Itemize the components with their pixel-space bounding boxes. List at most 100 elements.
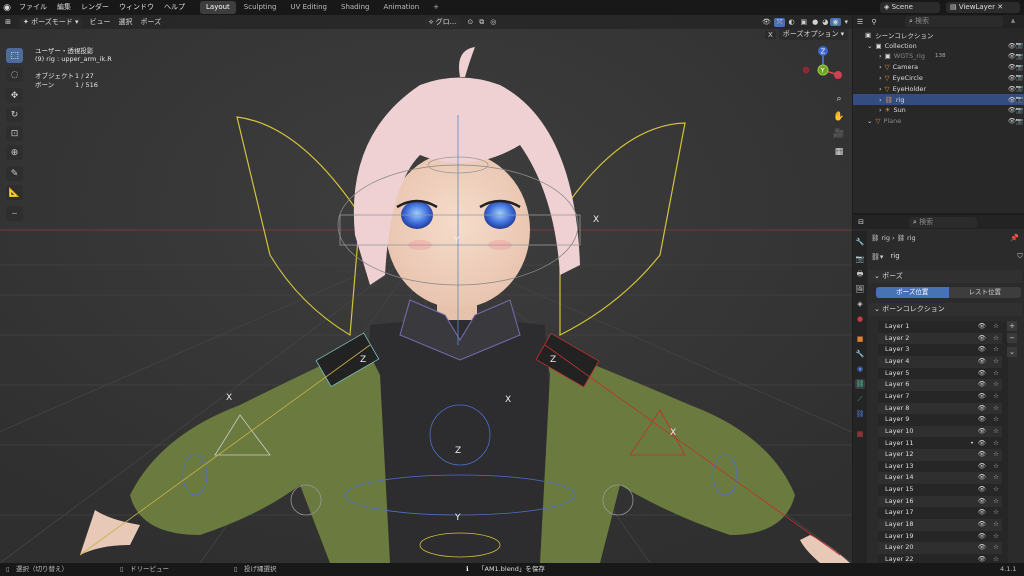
move-tool[interactable]: ✥: [6, 88, 23, 103]
visibility-eye-icon[interactable]: 👁: [978, 438, 986, 450]
solo-star-icon[interactable]: ☆: [993, 356, 999, 368]
bone-collections-header[interactable]: ⌄ ボーンコレクション: [869, 303, 1022, 316]
editor-type-icon[interactable]: ⊞: [0, 18, 16, 26]
render-camera-icon[interactable]: 📷: [1016, 74, 1023, 81]
3d-viewport[interactable]: X Y X Z Y Z Z X X ⊞ ✦ ポーズモード ▾ ビュー 選択 ポーズ ⟡ グロ..…: [0, 15, 852, 563]
remove-collection-button[interactable]: −: [1007, 333, 1017, 343]
bone-constraint-tab-icon[interactable]: ⛓: [855, 409, 865, 419]
visibility-eye-icon[interactable]: 👁: [978, 414, 986, 426]
bone-collection-row[interactable]: Layer 13 👁 ☆: [878, 461, 1002, 473]
visibility-eye-icon[interactable]: 👁: [978, 484, 986, 496]
gizmo-x-axis[interactable]: [834, 71, 842, 79]
render-camera-icon[interactable]: 📷: [1016, 118, 1023, 125]
workspace-tab[interactable]: Sculpting: [238, 1, 283, 14]
visibility-eye-icon[interactable]: 👁: [978, 403, 986, 415]
blender-logo-icon[interactable]: ◉: [0, 3, 14, 13]
solo-star-icon[interactable]: ☆: [993, 333, 999, 345]
output-tab-icon[interactable]: 🖶: [855, 269, 865, 279]
outliner-item-rig[interactable]: › ⛓ rig 👁 📷: [853, 94, 1024, 105]
bone-collection-row[interactable]: Layer 14 👁 ☆: [878, 472, 1002, 485]
bone-collection-row[interactable]: Layer 10 👁 ☆: [878, 425, 1002, 438]
outliner-scene-collection[interactable]: ▣ シーンコレクション: [853, 29, 1024, 40]
solo-star-icon[interactable]: ☆: [993, 519, 999, 531]
visibility-eye-icon[interactable]: 👁: [978, 391, 986, 403]
armature-data-icon[interactable]: ⛓▾: [871, 253, 883, 261]
solo-star-icon[interactable]: ☆: [993, 368, 999, 380]
bone-collection-row[interactable]: Layer 9 👁 ☆: [878, 414, 1002, 426]
world-tab-icon[interactable]: ●: [855, 314, 865, 324]
add-workspace-button[interactable]: +: [427, 1, 445, 14]
outliner-item-plane[interactable]: ⌄ ▽ Plane 👁 📷: [853, 116, 1024, 127]
shading-rendered-icon[interactable]: ◉: [830, 18, 841, 26]
pose-position-button[interactable]: ポーズ位置: [876, 287, 949, 298]
fake-user-icon[interactable]: ⛉: [1017, 252, 1022, 261]
menu-item[interactable]: ウィンドウ: [114, 0, 159, 15]
close-icon[interactable]: ✕: [997, 3, 1003, 11]
solo-star-icon[interactable]: ☆: [993, 379, 999, 391]
bone-collection-row[interactable]: Layer 15 👁 ☆: [878, 484, 1002, 496]
xray-icon[interactable]: ▣: [798, 18, 811, 26]
bone-collection-row[interactable]: Layer 2 👁 ☆: [878, 332, 1002, 345]
visibility-eye-icon[interactable]: 👁: [978, 449, 986, 461]
render-camera-icon[interactable]: 📷: [1016, 85, 1023, 92]
solo-star-icon[interactable]: ☆: [993, 531, 999, 543]
bone-collection-row[interactable]: Layer 16 👁 ☆: [878, 495, 1002, 508]
bone-collection-row[interactable]: Layer 18 👁 ☆: [878, 519, 1002, 531]
visibility-eye-icon[interactable]: 👁: [978, 321, 986, 333]
texture-tab-icon[interactable]: ▦: [855, 429, 865, 439]
camera-view-icon[interactable]: 🎥: [832, 127, 846, 141]
datablock-name-input[interactable]: rig: [886, 251, 1015, 262]
gizmo-neg-x-axis[interactable]: [802, 66, 810, 74]
object-tab-icon[interactable]: ■: [855, 334, 865, 344]
bone-collection-row[interactable]: Layer 19 👁 ☆: [878, 531, 1002, 543]
viewport-menu-item[interactable]: ポーズ: [137, 17, 166, 27]
select-box-tool[interactable]: ⬚: [6, 48, 23, 63]
solo-star-icon[interactable]: ☆: [993, 484, 999, 496]
solo-star-icon[interactable]: ☆: [993, 496, 999, 508]
solo-star-icon[interactable]: ☆: [993, 391, 999, 403]
solo-star-icon[interactable]: ☆: [993, 344, 999, 356]
bone-collection-row[interactable]: Layer 6 👁 ☆: [878, 379, 1002, 391]
pin-icon[interactable]: 📌: [1010, 234, 1019, 242]
rest-position-button[interactable]: レスト位置: [948, 287, 1021, 298]
workspace-tab[interactable]: UV Editing: [284, 1, 333, 14]
view-layer-tab-icon[interactable]: 🖼: [855, 284, 865, 294]
navigation-gizmo[interactable]: Z Y: [798, 45, 848, 95]
visibility-eye-icon[interactable]: 👁: [978, 461, 986, 473]
visibility-eye-icon[interactable]: 👁: [978, 356, 986, 368]
outliner-item-collection[interactable]: ⌄ ▣ Collection 👁 📷: [853, 40, 1024, 51]
relax-pose-tool[interactable]: ⌣: [6, 206, 23, 221]
solo-star-icon[interactable]: ☆: [993, 321, 999, 333]
annotate-tool[interactable]: ✎: [6, 166, 23, 181]
outliner-editor-icon[interactable]: ☰: [853, 18, 867, 26]
outliner-item-sun[interactable]: › ☀ Sun 👁 📷: [853, 105, 1024, 116]
bone-collections-list[interactable]: Layer 1 👁 ☆ Layer 2 👁 ☆ Layer 3 👁 ☆ Layer 4 👁 ☆ Laye…: [878, 321, 1008, 565]
x-mirror-toggle[interactable]: X: [765, 30, 776, 39]
overlay-toggle-icon[interactable]: ◐: [785, 18, 797, 26]
expand-chevron-icon[interactable]: ⌄: [867, 117, 872, 125]
visibility-eye-icon[interactable]: 👁: [978, 344, 986, 356]
solo-star-icon[interactable]: ☆: [993, 403, 999, 415]
shading-options-icon[interactable]: ▾: [841, 18, 853, 26]
menu-item[interactable]: ファイル: [14, 0, 52, 15]
visibility-eye-icon[interactable]: 👁: [978, 333, 986, 345]
bone-collection-row[interactable]: Layer 20 👁 ☆: [878, 542, 1002, 554]
mode-selector[interactable]: ✦ ポーズモード ▾: [19, 16, 83, 28]
measure-tool[interactable]: 📐: [6, 185, 23, 200]
visibility-eye-icon[interactable]: 👁: [978, 542, 986, 554]
render-tab-icon[interactable]: 📷: [855, 254, 865, 264]
expand-chevron-icon[interactable]: ›: [879, 106, 882, 114]
outliner-filter-icon[interactable]: ⩓: [1011, 17, 1015, 26]
physics-tab-icon[interactable]: ◉: [855, 364, 865, 374]
filter-icon[interactable]: ⚲: [867, 18, 881, 26]
expand-chevron-icon[interactable]: ›: [879, 63, 882, 71]
view-layer-selector[interactable]: ▤ ViewLayer ✕: [946, 2, 1020, 13]
pivot-icon[interactable]: ⊙: [464, 18, 476, 26]
shading-material-icon[interactable]: ◕: [820, 18, 830, 26]
bone-collection-row[interactable]: Layer 4 👁 ☆: [878, 355, 1002, 368]
bone-collection-row[interactable]: Layer 12 👁 ☆: [878, 449, 1002, 461]
visibility-eye-icon[interactable]: 👁: [978, 519, 986, 531]
menu-item[interactable]: レンダー: [76, 0, 114, 15]
grid-view-icon[interactable]: ▦: [832, 145, 846, 159]
outliner-search-input[interactable]: ⌕ 検索: [905, 16, 1003, 27]
